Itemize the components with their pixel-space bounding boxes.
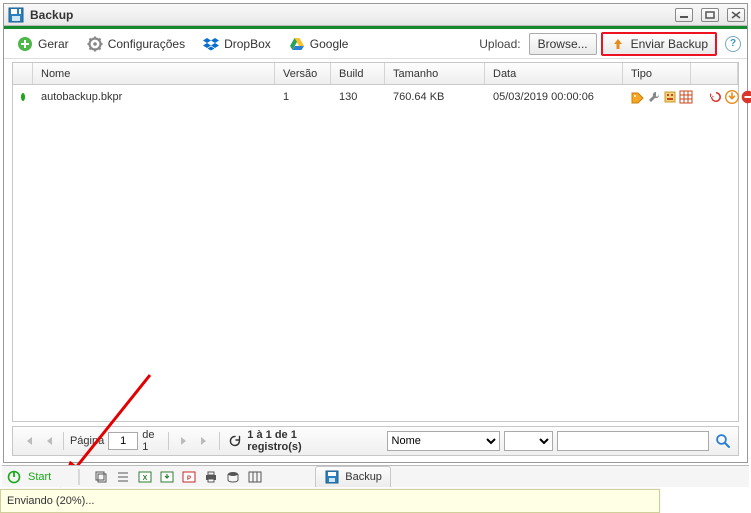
enviar-backup-button[interactable]: Enviar Backup	[601, 32, 717, 56]
toolbar: Gerar Configurações DropBox Google	[4, 29, 747, 59]
dropbox-label: DropBox	[224, 37, 271, 51]
page-input[interactable]	[108, 432, 138, 450]
gerar-label: Gerar	[38, 37, 69, 51]
app-bottom-bar: Start X P Backup	[2, 465, 749, 487]
filter-op-select[interactable]	[504, 431, 553, 451]
col-status[interactable]	[13, 63, 33, 84]
status-dot-icon	[21, 93, 25, 101]
col-tamanho[interactable]: Tamanho	[385, 63, 485, 84]
maximize-button[interactable]	[701, 8, 719, 22]
wrench-icon	[647, 90, 661, 104]
browse-label: Browse...	[538, 37, 588, 51]
col-versao[interactable]: Versão	[275, 63, 331, 84]
download-icon[interactable]	[725, 90, 739, 104]
col-nome[interactable]: Nome	[33, 63, 275, 84]
page-label: Página	[70, 435, 104, 447]
columns-icon[interactable]	[247, 469, 263, 485]
backup-grid: Nome Versão Build Tamanho Data Tipo auto…	[12, 62, 739, 422]
backup-tab[interactable]: Backup	[315, 466, 391, 487]
db-icon[interactable]	[225, 469, 241, 485]
titlebar: Backup	[4, 4, 747, 26]
floppy-icon	[8, 7, 24, 23]
cell-data: 05/03/2019 00:00:06	[485, 85, 623, 109]
gerar-button[interactable]: Gerar	[10, 32, 76, 56]
page-refresh-button[interactable]	[226, 432, 243, 450]
cell-build: 130	[331, 85, 385, 109]
cell-actions	[701, 85, 751, 109]
power-icon[interactable]	[6, 469, 22, 485]
start-link[interactable]: Start	[28, 471, 51, 483]
col-data[interactable]: Data	[485, 63, 623, 84]
svg-text:X: X	[143, 475, 148, 482]
dropbox-button[interactable]: DropBox	[196, 32, 278, 56]
config-label: Configurações	[108, 37, 185, 51]
table-row[interactable]: autobackup.bkpr 1 130 760.64 KB 05/03/20…	[13, 85, 738, 109]
cell-nome: autobackup.bkpr	[33, 85, 275, 109]
cell-tamanho: 760.64 KB	[385, 85, 485, 109]
enviar-label: Enviar Backup	[631, 37, 708, 51]
upload-label: Upload:	[479, 37, 520, 51]
cell-versao: 1	[275, 85, 331, 109]
grid-header: Nome Versão Build Tamanho Data Tipo	[13, 63, 738, 85]
google-label: Google	[310, 37, 349, 51]
google-button[interactable]: Google	[282, 32, 356, 56]
google-drive-icon	[289, 36, 305, 52]
page-first-button[interactable]	[19, 432, 36, 450]
col-actions	[691, 63, 738, 84]
upload-status-text: Enviando (20%)...	[7, 495, 94, 507]
grid-mini-icon	[679, 90, 693, 104]
filter-field-select[interactable]: Nome	[387, 431, 500, 451]
copy-icon[interactable]	[93, 469, 109, 485]
gear-icon	[87, 36, 103, 52]
page-prev-button[interactable]	[40, 432, 57, 450]
help-icon[interactable]: ?	[725, 36, 741, 52]
svg-text:P: P	[187, 476, 191, 482]
upload-status-tooltip: Enviando (20%)...	[0, 489, 660, 513]
browse-button[interactable]: Browse...	[529, 33, 597, 55]
cell-tipo	[623, 85, 701, 109]
window-title: Backup	[30, 8, 73, 22]
search-input[interactable]	[557, 431, 709, 451]
col-tipo[interactable]: Tipo	[623, 63, 691, 84]
page-of-label: de 1	[142, 429, 162, 453]
backup-tab-label: Backup	[345, 471, 382, 483]
col-build[interactable]: Build	[331, 63, 385, 84]
config-button[interactable]: Configurações	[80, 32, 192, 56]
plus-circle-icon	[17, 36, 33, 52]
minimize-button[interactable]	[675, 8, 693, 22]
list-icon[interactable]	[115, 469, 131, 485]
export-pdf-icon[interactable]: P	[181, 469, 197, 485]
close-button[interactable]	[727, 8, 745, 22]
import-xls-icon[interactable]	[159, 469, 175, 485]
config-mini-icon	[663, 90, 677, 104]
tag-icon	[631, 90, 645, 104]
pager-bar: Página de 1 1 à 1 de 1 registro(s) Nome	[12, 426, 739, 456]
search-button[interactable]	[713, 431, 732, 451]
floppy-small-icon	[324, 469, 340, 485]
export-xls-icon[interactable]: X	[137, 469, 153, 485]
upload-arrow-icon	[610, 36, 626, 52]
bar-sep-icon	[71, 469, 87, 485]
backup-window: Backup Gerar	[3, 3, 748, 463]
print-icon[interactable]	[203, 469, 219, 485]
page-summary: 1 à 1 de 1 registro(s)	[247, 429, 348, 453]
restore-icon[interactable]	[709, 90, 723, 104]
dropbox-icon	[203, 36, 219, 52]
page-next-button[interactable]	[175, 432, 192, 450]
page-last-button[interactable]	[196, 432, 213, 450]
delete-icon[interactable]	[741, 90, 751, 104]
